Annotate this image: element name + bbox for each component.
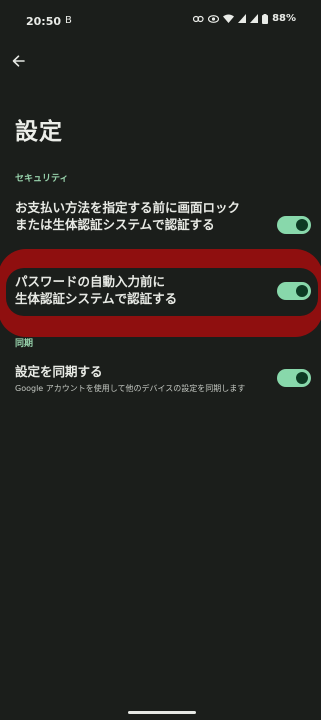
status-indicator: B	[65, 15, 72, 26]
toggle-knob	[296, 372, 308, 384]
setting-item-password-autofill-auth[interactable]: パスワードの自動入力前に 生体認証システムで認証する	[15, 273, 311, 307]
payment-auth-toggle[interactable]	[277, 216, 311, 234]
eye-icon	[208, 14, 220, 23]
sync-toggle[interactable]	[277, 369, 311, 387]
setting-item-title-line: パスワードの自動入力前に	[15, 274, 166, 289]
setting-item-sync[interactable]: 設定を同期する Google アカウントを使用して他のデバイスの設定を同期します	[15, 363, 311, 394]
setting-item-payment-auth[interactable]: お支払い方法を指定する前に画面ロックまたは生体認証システムで認証する	[15, 199, 311, 233]
back-button[interactable]	[8, 51, 28, 71]
battery-icon	[262, 13, 269, 24]
gesture-nav-handle[interactable]	[128, 711, 196, 714]
arrow-left-icon	[12, 52, 25, 71]
setting-item-title: パスワードの自動入力前に 生体認証システムで認証する	[15, 273, 250, 307]
wifi-icon	[223, 14, 235, 23]
toggle-knob	[296, 285, 308, 297]
setting-item-title: 設定を同期する	[15, 364, 103, 379]
status-bar: 20:50 B 88%	[0, 0, 321, 40]
page-title: 設定	[15, 119, 63, 145]
status-time: 20:50	[26, 15, 62, 28]
toggle-knob	[296, 219, 308, 231]
setting-item-subtitle: Google アカウントを使用して他のデバイスの設定を同期します	[15, 384, 246, 393]
setting-item-title-line: 生体認証システムで認証する	[15, 291, 178, 306]
section-header-sync: 同期	[15, 339, 34, 349]
section-header-security: セキュリティ	[15, 174, 69, 184]
signal-icon	[238, 14, 247, 23]
signal-icon	[250, 14, 259, 23]
password-autofill-auth-toggle[interactable]	[277, 282, 311, 300]
setting-item-title: お支払い方法を指定する前に画面ロックまたは生体認証システムで認証する	[15, 200, 241, 232]
link-icon	[193, 15, 204, 23]
battery-level: 88%	[272, 13, 296, 24]
status-icons: 88%	[193, 13, 296, 24]
